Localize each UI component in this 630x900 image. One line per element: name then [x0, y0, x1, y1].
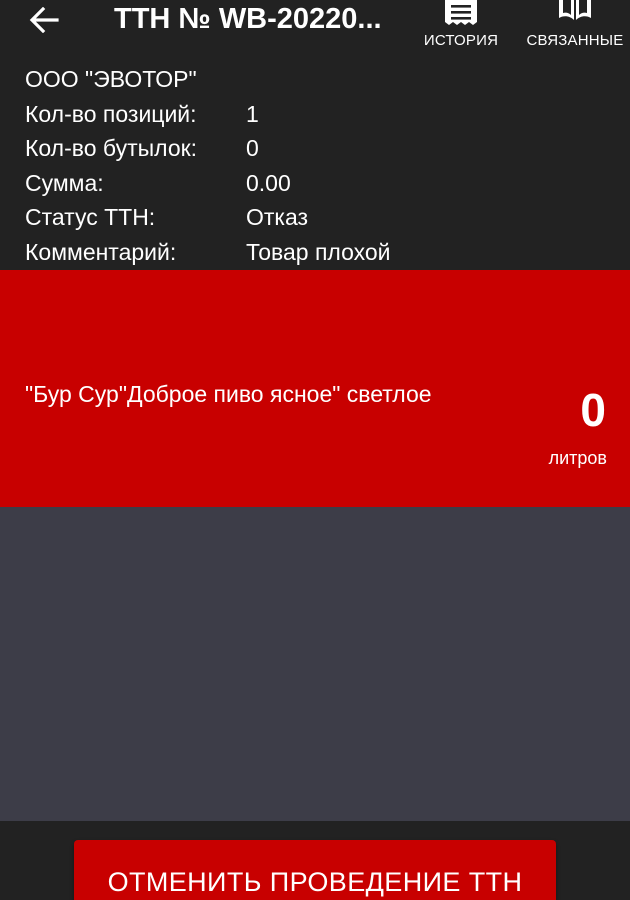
comment-value: Товар плохой — [246, 238, 391, 265]
info-value: 0.00 — [246, 169, 291, 196]
organization-name: ООО "ЭВОТОР" — [25, 66, 197, 92]
cancel-posting-button[interactable]: ОТМЕНИТЬ ПРОВЕДЕНИЕ ТТН — [74, 840, 556, 900]
info-row-positions: Кол-во позиций: 1 — [25, 97, 615, 132]
item-quantity: 0 — [580, 384, 606, 436]
status-value: Отказ — [246, 204, 309, 230]
info-label: Кол-во позиций: — [25, 100, 197, 127]
info-value: 0 — [246, 135, 259, 161]
info-row-comment: Комментарий: Товар плохой — [25, 235, 615, 270]
back-button[interactable] — [22, 0, 66, 40]
list-item[interactable]: "Бур Сур"Доброе пиво ясное" светлое 0 ли… — [0, 270, 630, 507]
arrow-left-icon — [29, 7, 59, 33]
item-name: "Бур Сур"Доброе пиво ясное" светлое — [25, 381, 432, 407]
receipt-icon — [445, 0, 477, 25]
bottom-bar: ОТМЕНИТЬ ПРОВЕДЕНИЕ ТТН — [0, 821, 630, 900]
top-app-bar: ТТН № WB-20220... ИСТОРИЯ СВЯЗАННЫЕ — [0, 0, 630, 58]
info-value: 1 — [246, 100, 259, 127]
waybill-info: ООО "ЭВОТОР" Кол-во позиций: 1 Кол-во бу… — [25, 62, 615, 269]
page-title: ТТН № WB-20220... — [114, 3, 382, 35]
item-unit: литров — [548, 448, 607, 468]
info-label: Комментарий: — [25, 238, 177, 265]
info-row-sum: Сумма: 0.00 — [25, 166, 615, 201]
info-row-bottles: Кол-во бутылок: 0 — [25, 131, 615, 166]
app-screen: ТТН № WB-20220... ИСТОРИЯ СВЯЗАННЫЕ ООО … — [0, 0, 630, 900]
info-label: Статус ТТН: — [25, 204, 156, 230]
info-label: Сумма: — [25, 169, 104, 196]
history-label: ИСТОРИЯ — [423, 32, 499, 49]
info-label: Кол-во бутылок: — [25, 135, 198, 161]
book-icon — [559, 0, 591, 20]
history-button[interactable]: ИСТОРИЯ — [418, 0, 504, 58]
related-button[interactable]: СВЯЗАННЫЕ — [522, 0, 628, 58]
info-row-status: Статус ТТН: Отказ — [25, 200, 615, 235]
items-list-empty-area — [0, 507, 630, 821]
related-label: СВЯЗАННЫЕ — [526, 32, 624, 49]
